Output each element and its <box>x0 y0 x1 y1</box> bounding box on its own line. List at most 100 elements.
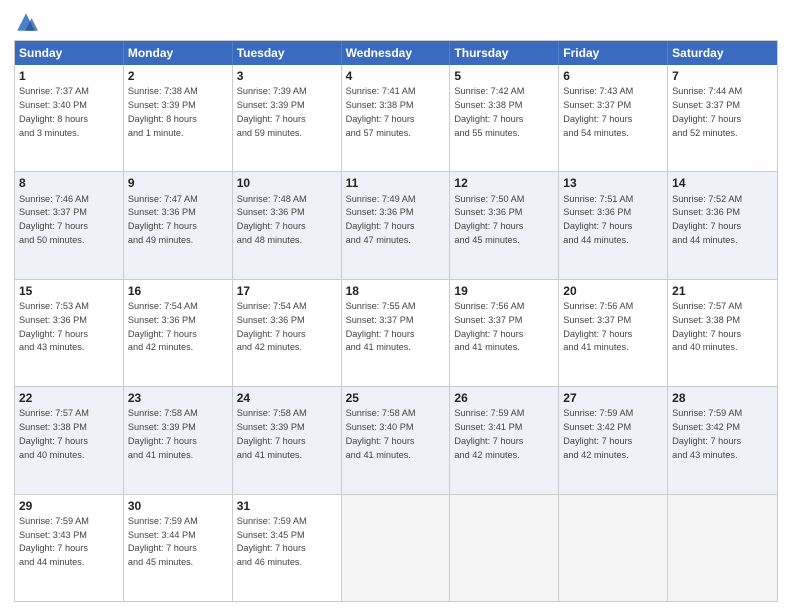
day-number: 30 <box>128 498 228 514</box>
day-cell-25: 25 Sunrise: 7:58 AM Sunset: 3:40 PM Dayli… <box>342 387 451 493</box>
day-info: Sunrise: 7:50 AM Sunset: 3:36 PM Dayligh… <box>454 194 524 245</box>
day-info: Sunrise: 7:48 AM Sunset: 3:36 PM Dayligh… <box>237 194 307 245</box>
day-cell-10: 10 Sunrise: 7:48 AM Sunset: 3:36 PM Dayli… <box>233 172 342 278</box>
day-number: 22 <box>19 390 119 406</box>
day-cell-24: 24Sunrise: 7:58 AM Sunset: 3:39 PM Dayli… <box>233 387 342 493</box>
day-info: Sunrise: 7:59 AM Sunset: 3:42 PM Dayligh… <box>563 408 633 459</box>
day-info: Sunrise: 7:43 AM Sunset: 3:37 PM Dayligh… <box>563 86 633 137</box>
day-info: Sunrise: 7:41 AM Sunset: 3:38 PM Dayligh… <box>346 86 416 137</box>
day-number: 4 <box>346 68 446 84</box>
day-cell-29: 29 Sunrise: 7:59 AM Sunset: 3:43 PM Dayli… <box>15 495 124 601</box>
day-info: Sunrise: 7:59 AM Sunset: 3:44 PM Dayligh… <box>128 516 198 567</box>
day-number: 12 <box>454 175 554 191</box>
day-cell-26: 26 Sunrise: 7:59 AM Sunset: 3:41 PM Dayli… <box>450 387 559 493</box>
day-number: 16 <box>128 283 228 299</box>
day-cell-18: 18 Sunrise: 7:55 AM Sunset: 3:37 PM Dayli… <box>342 280 451 386</box>
day-info: Sunrise: 7:38 AM Sunset: 3:39 PM Dayligh… <box>128 86 198 137</box>
day-cell-5: 5 Sunrise: 7:42 AM Sunset: 3:38 PM Daylig… <box>450 65 559 171</box>
day-number: 15 <box>19 283 119 299</box>
day-info: Sunrise: 7:55 AM Sunset: 3:37 PM Dayligh… <box>346 301 416 352</box>
day-cell-6: 6Sunrise: 7:43 AM Sunset: 3:37 PM Daylig… <box>559 65 668 171</box>
day-number: 29 <box>19 498 119 514</box>
weekday-header-tuesday: Tuesday <box>233 41 342 65</box>
day-number: 13 <box>563 175 663 191</box>
calendar-row-5: 29 Sunrise: 7:59 AM Sunset: 3:43 PM Dayli… <box>15 494 777 601</box>
day-cell-1: 1Sunrise: 7:37 AM Sunset: 3:40 PM Daylig… <box>15 65 124 171</box>
day-number: 18 <box>346 283 446 299</box>
day-number: 14 <box>672 175 773 191</box>
day-number: 2 <box>128 68 228 84</box>
day-cell-13: 13 Sunrise: 7:51 AM Sunset: 3:36 PM Dayli… <box>559 172 668 278</box>
weekday-header-wednesday: Wednesday <box>342 41 451 65</box>
day-cell-19: 19 Sunrise: 7:56 AM Sunset: 3:37 PM Dayli… <box>450 280 559 386</box>
day-info: Sunrise: 7:59 AM Sunset: 3:42 PM Dayligh… <box>672 408 742 459</box>
day-info: Sunrise: 7:56 AM Sunset: 3:37 PM Dayligh… <box>454 301 524 352</box>
day-info: Sunrise: 7:51 AM Sunset: 3:36 PM Dayligh… <box>563 194 633 245</box>
day-info: Sunrise: 7:52 AM Sunset: 3:36 PM Dayligh… <box>672 194 742 245</box>
day-info: Sunrise: 7:47 AM Sunset: 3:36 PM Dayligh… <box>128 194 198 245</box>
day-info: Sunrise: 7:39 AM Sunset: 3:39 PM Dayligh… <box>237 86 307 137</box>
page: SundayMondayTuesdayWednesdayThursdayFrid… <box>0 0 792 612</box>
day-number: 21 <box>672 283 773 299</box>
day-cell-17: 17 Sunrise: 7:54 AM Sunset: 3:36 PM Dayli… <box>233 280 342 386</box>
day-cell-27: 27Sunrise: 7:59 AM Sunset: 3:42 PM Dayli… <box>559 387 668 493</box>
calendar-row-3: 15 Sunrise: 7:53 AM Sunset: 3:36 PM Dayli… <box>15 279 777 386</box>
day-cell-22: 22 Sunrise: 7:57 AM Sunset: 3:38 PM Dayli… <box>15 387 124 493</box>
day-cell-30: 30 Sunrise: 7:59 AM Sunset: 3:44 PM Dayli… <box>124 495 233 601</box>
day-cell-28: 28 Sunrise: 7:59 AM Sunset: 3:42 PM Dayli… <box>668 387 777 493</box>
day-cell-2: 2 Sunrise: 7:38 AM Sunset: 3:39 PM Daylig… <box>124 65 233 171</box>
day-cell-14: 14 Sunrise: 7:52 AM Sunset: 3:36 PM Dayli… <box>668 172 777 278</box>
day-info: Sunrise: 7:58 AM Sunset: 3:40 PM Dayligh… <box>346 408 416 459</box>
day-number: 28 <box>672 390 773 406</box>
day-cell-9: 9Sunrise: 7:47 AM Sunset: 3:36 PM Daylig… <box>124 172 233 278</box>
day-number: 23 <box>128 390 228 406</box>
weekday-header-friday: Friday <box>559 41 668 65</box>
day-number: 20 <box>563 283 663 299</box>
day-info: Sunrise: 7:59 AM Sunset: 3:41 PM Dayligh… <box>454 408 524 459</box>
day-number: 17 <box>237 283 337 299</box>
day-info: Sunrise: 7:53 AM Sunset: 3:36 PM Dayligh… <box>19 301 89 352</box>
day-info: Sunrise: 7:37 AM Sunset: 3:40 PM Dayligh… <box>19 86 89 137</box>
day-info: Sunrise: 7:59 AM Sunset: 3:43 PM Dayligh… <box>19 516 89 567</box>
day-cell-21: 21 Sunrise: 7:57 AM Sunset: 3:38 PM Dayli… <box>668 280 777 386</box>
day-number: 8 <box>19 175 119 191</box>
day-cell-7: 7 Sunrise: 7:44 AM Sunset: 3:37 PM Daylig… <box>668 65 777 171</box>
logo-icon <box>14 10 38 34</box>
calendar-header: SundayMondayTuesdayWednesdayThursdayFrid… <box>15 41 777 65</box>
weekday-header-sunday: Sunday <box>15 41 124 65</box>
day-cell-12: 12 Sunrise: 7:50 AM Sunset: 3:36 PM Dayli… <box>450 172 559 278</box>
day-info: Sunrise: 7:56 AM Sunset: 3:37 PM Dayligh… <box>563 301 633 352</box>
day-info: Sunrise: 7:59 AM Sunset: 3:45 PM Dayligh… <box>237 516 307 567</box>
day-number: 26 <box>454 390 554 406</box>
day-number: 19 <box>454 283 554 299</box>
day-cell-23: 23 Sunrise: 7:58 AM Sunset: 3:39 PM Dayli… <box>124 387 233 493</box>
day-number: 31 <box>237 498 337 514</box>
day-info: Sunrise: 7:57 AM Sunset: 3:38 PM Dayligh… <box>19 408 89 459</box>
calendar-row-4: 22 Sunrise: 7:57 AM Sunset: 3:38 PM Dayli… <box>15 386 777 493</box>
weekday-header-saturday: Saturday <box>668 41 777 65</box>
day-cell-31: 31 Sunrise: 7:59 AM Sunset: 3:45 PM Dayli… <box>233 495 342 601</box>
day-info: Sunrise: 7:42 AM Sunset: 3:38 PM Dayligh… <box>454 86 524 137</box>
day-number: 10 <box>237 175 337 191</box>
day-cell-4: 4 Sunrise: 7:41 AM Sunset: 3:38 PM Daylig… <box>342 65 451 171</box>
calendar-row-2: 8Sunrise: 7:46 AM Sunset: 3:37 PM Daylig… <box>15 171 777 278</box>
day-number: 25 <box>346 390 446 406</box>
day-cell-20: 20 Sunrise: 7:56 AM Sunset: 3:37 PM Dayli… <box>559 280 668 386</box>
day-cell-8: 8Sunrise: 7:46 AM Sunset: 3:37 PM Daylig… <box>15 172 124 278</box>
calendar-body: 1Sunrise: 7:37 AM Sunset: 3:40 PM Daylig… <box>15 65 777 601</box>
weekday-header-thursday: Thursday <box>450 41 559 65</box>
logo <box>14 10 42 34</box>
day-info: Sunrise: 7:54 AM Sunset: 3:36 PM Dayligh… <box>237 301 307 352</box>
day-info: Sunrise: 7:57 AM Sunset: 3:38 PM Dayligh… <box>672 301 742 352</box>
day-info: Sunrise: 7:44 AM Sunset: 3:37 PM Dayligh… <box>672 86 742 137</box>
day-info: Sunrise: 7:58 AM Sunset: 3:39 PM Dayligh… <box>237 408 307 459</box>
day-number: 5 <box>454 68 554 84</box>
day-cell-15: 15 Sunrise: 7:53 AM Sunset: 3:36 PM Dayli… <box>15 280 124 386</box>
day-info: Sunrise: 7:58 AM Sunset: 3:39 PM Dayligh… <box>128 408 198 459</box>
day-cell-11: 11Sunrise: 7:49 AM Sunset: 3:36 PM Dayli… <box>342 172 451 278</box>
header <box>14 10 778 34</box>
day-number: 7 <box>672 68 773 84</box>
day-number: 11 <box>346 175 446 191</box>
day-number: 3 <box>237 68 337 84</box>
empty-cell <box>342 495 451 601</box>
